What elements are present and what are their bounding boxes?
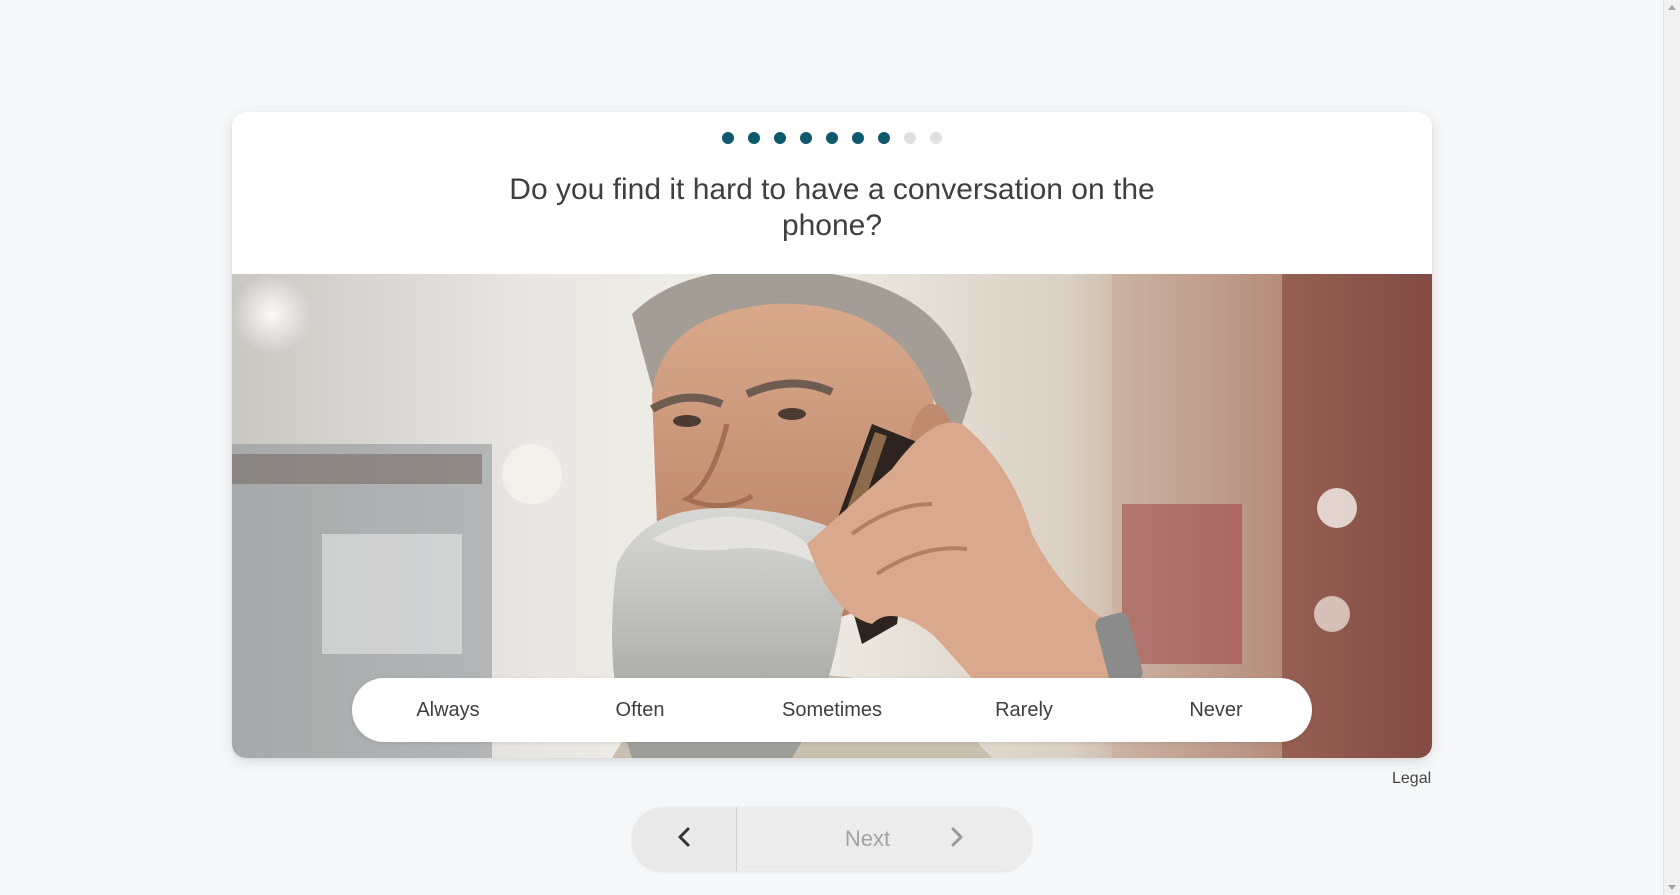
question-title: Do you find it hard to have a conversati…: [509, 173, 1155, 242]
question-card: Do you find it hard to have a conversati…: [232, 112, 1432, 758]
answer-often[interactable]: Often: [544, 699, 736, 722]
next-button-label: Next: [844, 826, 891, 851]
answer-never[interactable]: Never: [1120, 699, 1312, 722]
progress-dots: [232, 132, 1432, 144]
chevron-left-icon: [677, 827, 691, 852]
progress-dot: [852, 132, 864, 144]
answer-sometimes[interactable]: Sometimes: [736, 699, 928, 722]
progress-dot: [722, 132, 734, 144]
scroll-down-icon[interactable]: [1668, 885, 1676, 890]
progress-dot: [904, 132, 916, 144]
progress-dot: [878, 132, 890, 144]
progress-dot: [774, 132, 786, 144]
next-button[interactable]: Next: [737, 807, 1032, 871]
vertical-scrollbar[interactable]: [1663, 0, 1680, 895]
legal-link[interactable]: Legal: [1392, 770, 1431, 788]
navigation-bar: Next: [632, 807, 1032, 871]
chevron-right-icon: [950, 827, 964, 852]
back-button[interactable]: [632, 807, 737, 871]
page: Do you find it hard to have a conversati…: [0, 0, 1663, 895]
progress-dot: [800, 132, 812, 144]
progress-dot: [826, 132, 838, 144]
answer-always[interactable]: Always: [352, 699, 544, 722]
progress-dot: [748, 132, 760, 144]
progress-dot: [930, 132, 942, 144]
answer-options: Always Often Sometimes Rarely Never: [352, 678, 1312, 742]
scroll-up-icon[interactable]: [1668, 5, 1676, 10]
answer-rarely[interactable]: Rarely: [928, 699, 1120, 722]
